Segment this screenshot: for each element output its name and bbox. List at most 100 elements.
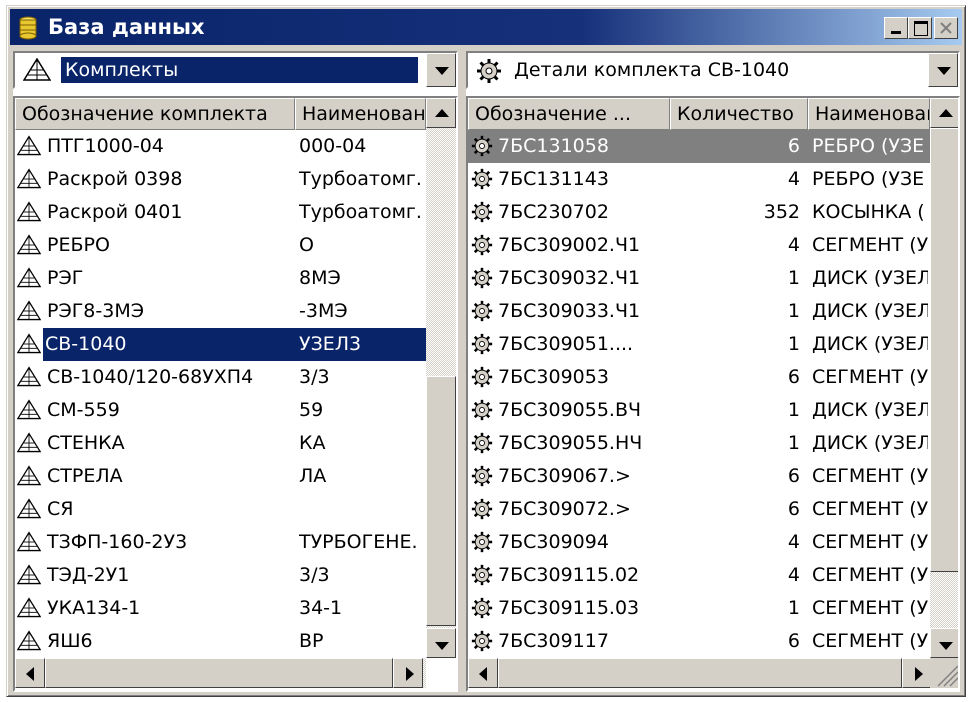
detail-row[interactable]: 7БС309033.Ч1 1 ДИСК (УЗЕЛ — [468, 295, 930, 328]
kit-code-cell: Раскрой 0398 — [47, 168, 183, 190]
pyramid-kit-icon — [17, 498, 41, 519]
scroll-up-button[interactable] — [930, 98, 958, 128]
detail-qty-cell: 6 — [787, 135, 800, 157]
detail-row[interactable]: 7БС309072.> 6 СЕГМЕНТ (У — [468, 493, 930, 526]
detail-row[interactable]: 7БС309053 6 СЕГМЕНТ (У — [468, 361, 930, 394]
kit-row[interactable]: СВ-1040/120-68УХП4 3/3 — [15, 361, 426, 394]
scroll-down-button[interactable] — [426, 628, 456, 658]
kits-list[interactable]: Обозначение комплекта Наименован ПТГ1000… — [13, 96, 458, 692]
kit-row[interactable]: СТРЕЛА ЛА — [15, 460, 426, 493]
kit-name-cell: ЛА — [299, 465, 327, 487]
detail-row[interactable]: 7БС309115.03 1 СЕГМЕНТ (У — [468, 592, 930, 625]
detail-code-cell: 7БС309055.ВЧ — [498, 399, 642, 421]
scroll-left-button[interactable] — [468, 658, 498, 688]
kit-row[interactable]: УКА134-1 34-1 — [15, 592, 426, 625]
detail-name-cell: ДИСК (УЗЕЛ — [812, 267, 928, 289]
kits-hscroll[interactable] — [15, 658, 426, 688]
detail-row[interactable]: 7БС131058 6 РЕБРО (УЗЕ — [468, 130, 930, 163]
scroll-right-button[interactable] — [393, 658, 423, 688]
kit-details-combo[interactable]: Детали комплекта СВ-1040 — [466, 51, 960, 89]
title-bar[interactable]: База данных — [10, 9, 962, 45]
kits-col-code-header[interactable]: Обозначение комплекта — [15, 98, 295, 130]
kit-row[interactable]: ЯШ6 ВР — [15, 625, 426, 658]
detail-row[interactable]: 7БС309115.02 4 СЕГМЕНТ (У — [468, 559, 930, 592]
detail-qty-cell: 1 — [787, 399, 800, 421]
kit-details-list[interactable]: Обозначение ... Количество Наименован 7Б… — [466, 96, 960, 692]
pyramid-kit-icon — [17, 135, 41, 156]
kits-col-name-label: Наименован — [302, 103, 426, 125]
kits-hscroll-thumb[interactable] — [45, 658, 393, 688]
kit-code-cell: РЭГ8-3МЭ — [47, 300, 145, 322]
gear-part-icon — [471, 234, 493, 256]
detail-row[interactable]: 7БС309117 6 СЕГМЕНТ (У — [468, 625, 930, 658]
kit-row[interactable]: РЭГ 8МЭ — [15, 262, 426, 295]
detail-code-cell: 7БС309055.НЧ — [498, 432, 643, 454]
kits-col-name-header[interactable]: Наименован — [295, 98, 426, 130]
scroll-up-button[interactable] — [426, 98, 456, 128]
gear-part-icon — [471, 564, 493, 586]
details-hscroll[interactable] — [468, 658, 932, 688]
kit-name-cell: Турбоатомг. — [299, 168, 422, 190]
pyramid-kit-icon — [17, 531, 41, 552]
kit-row[interactable]: Раскрой 0401 Турбоатомг. — [15, 196, 426, 229]
arrow-right-icon — [915, 667, 923, 681]
detail-row[interactable]: 7БС131143 4 РЕБРО (УЗЕ — [468, 163, 930, 196]
arrow-left-icon — [479, 667, 487, 681]
kit-row[interactable]: СТЕНКА КА — [15, 427, 426, 460]
kit-row[interactable]: ТЗФП-160-2У3 ТУРБОГЕНЕ. — [15, 526, 426, 559]
pyramid-kit-icon — [17, 333, 41, 354]
kit-row[interactable]: Раскрой 0398 Турбоатомг. — [15, 163, 426, 196]
kit-row[interactable]: ПТГ1000-04 000-04 — [15, 130, 426, 163]
database-icon — [19, 16, 37, 40]
details-vscroll-thumb[interactable] — [930, 128, 958, 572]
detail-row[interactable]: 7БС309067.> 6 СЕГМЕНТ (У — [468, 460, 930, 493]
kits-vscroll[interactable] — [426, 98, 456, 658]
detail-row[interactable]: 7БС309094 4 СЕГМЕНТ (У — [468, 526, 930, 559]
detail-name-cell: ДИСК (УЗЕЛ — [812, 432, 928, 454]
kit-name-cell: -3МЭ — [299, 300, 348, 322]
gear-part-icon — [477, 59, 501, 83]
arrow-up-icon — [435, 109, 449, 117]
size-grip[interactable] — [930, 658, 958, 688]
gear-part-icon — [471, 498, 493, 520]
kit-row[interactable]: РЭГ8-3МЭ -3МЭ — [15, 295, 426, 328]
scroll-down-button[interactable] — [930, 628, 958, 658]
maximize-button[interactable] — [908, 17, 932, 39]
scroll-left-button[interactable] — [15, 658, 45, 688]
detail-row[interactable]: 7БС309051.... 1 ДИСК (УЗЕЛ — [468, 328, 930, 361]
close-button[interactable] — [934, 17, 958, 39]
kit-code-cell: СВ-1040 — [43, 328, 299, 361]
kit-row[interactable]: СЯ — [15, 493, 426, 526]
details-vscroll[interactable] — [930, 98, 958, 658]
kit-name-cell: 59 — [299, 399, 324, 421]
scroll-right-button[interactable] — [902, 658, 932, 688]
database-window: База данных Комплекты Обозначение компле… — [6, 5, 966, 697]
kit-details-combo-dropdown-button[interactable] — [928, 53, 958, 87]
kit-code-cell: ТЗФП-160-2У3 — [47, 531, 188, 553]
detail-qty-cell: 4 — [787, 168, 800, 190]
detail-row[interactable]: 7БС309002.Ч1 4 СЕГМЕНТ (У — [468, 229, 930, 262]
kit-row[interactable]: ТЭД-2У1 3/3 — [15, 559, 426, 592]
kits-combo[interactable]: Комплекты — [13, 51, 458, 89]
details-col-name-header[interactable]: Наименован — [808, 98, 930, 130]
kits-vscroll-thumb[interactable] — [426, 376, 456, 626]
detail-row[interactable]: 7БС309055.НЧ 1 ДИСК (УЗЕЛ — [468, 427, 930, 460]
details-col-qty-header[interactable]: Количество — [670, 98, 808, 130]
details-hscroll-thumb[interactable] — [498, 658, 902, 688]
minimize-button[interactable] — [884, 17, 908, 39]
kit-code-cell: ЯШ6 — [47, 630, 93, 652]
detail-row[interactable]: 7БС309055.ВЧ 1 ДИСК (УЗЕЛ — [468, 394, 930, 427]
kit-name-cell: УЗЕЛ3 — [295, 328, 426, 361]
details-col-name-label: Наименован — [815, 103, 930, 125]
pyramid-kit-icon — [17, 366, 41, 387]
kit-row[interactable]: СМ-559 59 — [15, 394, 426, 427]
kit-code-cell: УКА134-1 — [47, 597, 141, 619]
minimize-icon — [891, 31, 901, 34]
details-col-code-header[interactable]: Обозначение ... — [468, 98, 670, 130]
detail-row[interactable]: 7БС309032.Ч1 1 ДИСК (УЗЕЛ — [468, 262, 930, 295]
pyramid-kit-icon — [17, 201, 41, 222]
detail-row[interactable]: 7БС230702 352 КОСЫНКА ( — [468, 196, 930, 229]
kit-row[interactable]: СВ-1040 УЗЕЛ3 — [15, 328, 426, 361]
kits-combo-dropdown-button[interactable] — [426, 53, 456, 87]
kit-row[interactable]: РЕБРО О — [15, 229, 426, 262]
